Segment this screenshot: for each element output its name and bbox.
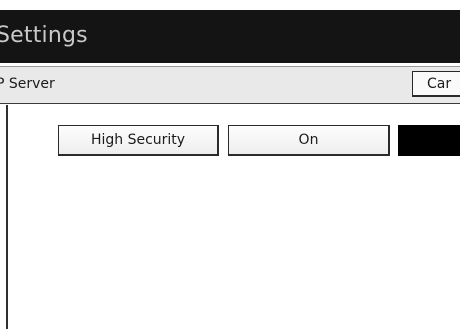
section-label: P Server: [0, 76, 55, 92]
selected-option-button[interactable]: [398, 125, 460, 156]
page-title: Settings: [0, 23, 88, 48]
high-security-button[interactable]: High Security: [58, 125, 219, 156]
on-button[interactable]: On: [228, 125, 390, 156]
title-bar: Settings: [0, 10, 460, 63]
sub-header-bar: P Server Car: [0, 66, 460, 105]
left-divider: [6, 105, 8, 329]
cancel-button[interactable]: Car: [412, 71, 460, 97]
settings-screen: Settings P Server Car High Security On: [0, 0, 460, 329]
